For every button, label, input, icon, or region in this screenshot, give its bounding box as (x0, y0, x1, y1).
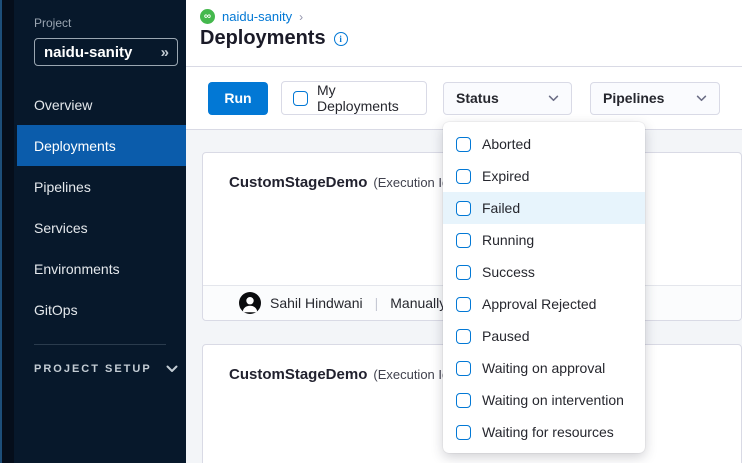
sidebar-item-overview[interactable]: Overview (14, 84, 186, 125)
page-title: Deployments (200, 27, 326, 50)
main-panel: ∞ naidu-sanity › Deployments i Run My De… (186, 0, 742, 463)
status-option-label: Paused (482, 328, 529, 344)
toolbar: Run My Deployments Status Pipelines (186, 67, 742, 130)
deployment-owner: Sahil Hindwani (270, 295, 363, 311)
status-option-waiting-on-intervention[interactable]: Waiting on intervention (443, 384, 645, 416)
status-option-success[interactable]: Success (443, 256, 645, 288)
status-filter-dropdown[interactable]: Status (443, 82, 572, 115)
status-option-label: Waiting on approval (482, 360, 605, 376)
status-option-checkbox[interactable] (456, 329, 471, 344)
status-option-waiting-on-approval[interactable]: Waiting on approval (443, 352, 645, 384)
sidebar-content: Project naidu-sanity » Overview Deployme… (14, 0, 186, 463)
status-option-label: Failed (482, 200, 520, 216)
status-option-waiting-for-resources[interactable]: Waiting for resources (443, 416, 645, 448)
pipelines-filter-label: Pipelines (603, 90, 664, 106)
deployment-trigger: Manually (390, 295, 446, 311)
title-row: Deployments i (200, 27, 742, 50)
my-deployments-label: My Deployments (317, 82, 415, 114)
chevron-down-icon (548, 95, 559, 102)
sidebar-item-label: Pipelines (34, 179, 91, 195)
app-window: Project naidu-sanity » Overview Deployme… (0, 0, 742, 463)
sidebar-item-deployments[interactable]: Deployments (17, 125, 186, 166)
footer-separator: | (372, 295, 382, 311)
sidebar-item-label: Deployments (34, 138, 116, 154)
project-name: naidu-sanity (44, 44, 132, 61)
info-icon[interactable]: i (334, 32, 348, 46)
sidebar-item-gitops[interactable]: GitOps (14, 289, 186, 330)
status-option-checkbox[interactable] (456, 393, 471, 408)
sidebar-item-pipelines[interactable]: Pipelines (14, 166, 186, 207)
status-option-label: Expired (482, 168, 529, 184)
project-setup-label: PROJECT SETUP (34, 363, 152, 375)
sidebar-item-label: Environments (34, 261, 120, 277)
cd-module-icon: ∞ (200, 9, 215, 24)
status-option-running[interactable]: Running (443, 224, 645, 256)
status-option-aborted[interactable]: Aborted (443, 128, 645, 160)
status-option-failed[interactable]: Failed (443, 192, 645, 224)
status-option-checkbox[interactable] (456, 233, 471, 248)
status-filter-label: Status (456, 90, 499, 106)
status-option-label: Success (482, 264, 535, 280)
status-option-approval-rejected[interactable]: Approval Rejected (443, 288, 645, 320)
chevron-down-icon (696, 95, 707, 102)
execution-id-label: (Execution Id (373, 367, 449, 382)
status-option-label: Aborted (482, 136, 531, 152)
my-deployments-button[interactable]: My Deployments (281, 81, 427, 115)
page-header: ∞ naidu-sanity › Deployments i (186, 0, 742, 67)
module-strip-accent (0, 0, 2, 463)
sidebar-item-label: Services (34, 220, 88, 236)
breadcrumb: ∞ naidu-sanity › (200, 9, 742, 24)
sidebar-item-services[interactable]: Services (14, 207, 186, 248)
status-option-label: Approval Rejected (482, 296, 596, 312)
status-option-paused[interactable]: Paused (443, 320, 645, 352)
pipeline-name: CustomStageDemo (229, 366, 367, 383)
sidebar-item-environments[interactable]: Environments (14, 248, 186, 289)
breadcrumb-project-link[interactable]: naidu-sanity (222, 9, 292, 24)
status-option-checkbox[interactable] (456, 169, 471, 184)
pipeline-name: CustomStageDemo (229, 174, 367, 191)
status-option-checkbox[interactable] (456, 265, 471, 280)
run-button[interactable]: Run (208, 82, 268, 115)
project-expand-icon[interactable]: » (161, 44, 168, 61)
module-strip (0, 0, 14, 463)
sidebar-item-label: GitOps (34, 302, 78, 318)
status-filter-menu: Aborted Expired Failed Running Success A… (443, 122, 645, 453)
status-option-checkbox[interactable] (456, 361, 471, 376)
pipelines-filter-dropdown[interactable]: Pipelines (590, 82, 720, 115)
sidebar-item-label: Overview (34, 97, 92, 113)
sidebar-nav: Overview Deployments Pipelines Services … (14, 84, 186, 330)
status-option-label: Waiting on intervention (482, 392, 624, 408)
project-sidebar: Project naidu-sanity » Overview Deployme… (0, 0, 186, 463)
chevron-down-icon (166, 365, 178, 373)
status-option-expired[interactable]: Expired (443, 160, 645, 192)
breadcrumb-chevron-icon: › (299, 10, 303, 24)
status-option-checkbox[interactable] (456, 425, 471, 440)
status-option-checkbox[interactable] (456, 297, 471, 312)
avatar-icon (239, 292, 261, 314)
status-option-checkbox[interactable] (456, 201, 471, 216)
status-option-checkbox[interactable] (456, 137, 471, 152)
project-label: Project (14, 0, 186, 30)
sidebar-divider (34, 344, 166, 345)
project-setup-toggle[interactable]: PROJECT SETUP (14, 363, 186, 375)
my-deployments-checkbox[interactable] (293, 91, 308, 106)
project-selector[interactable]: naidu-sanity » (34, 38, 178, 66)
status-option-label: Running (482, 232, 534, 248)
execution-id-label: (Execution Id (373, 175, 449, 190)
status-option-label: Waiting for resources (482, 424, 614, 440)
